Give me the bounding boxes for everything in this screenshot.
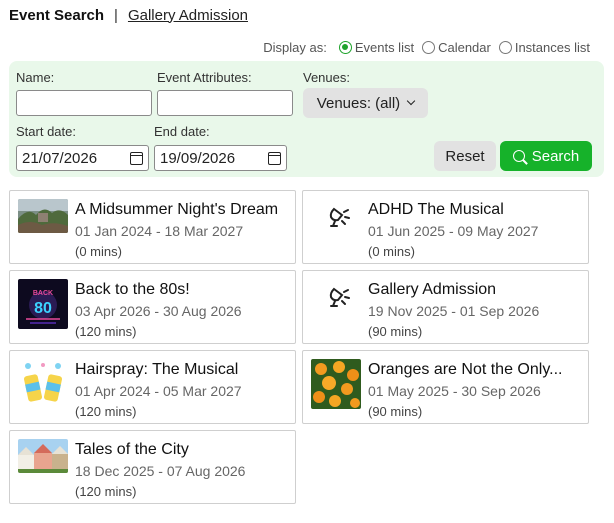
radio-unselected-icon[interactable] (498, 41, 512, 54)
svg-text:80: 80 (34, 300, 52, 317)
end-date-value: 19/09/2026 (160, 149, 236, 167)
event-duration: (90 mins) (368, 404, 423, 419)
event-title[interactable]: Hairspray: The Musical (75, 361, 290, 379)
event-duration: (0 mins) (75, 244, 122, 259)
hairspray-cans-thumbnail (18, 359, 68, 409)
end-date-label: End date: (154, 124, 210, 139)
event-title[interactable]: ADHD The Musical (368, 201, 583, 219)
search-button[interactable]: Search (500, 141, 592, 171)
tab-separator: | (114, 6, 118, 24)
radio-unselected-icon[interactable] (422, 41, 436, 54)
display-as-label: Display as: (263, 40, 327, 55)
name-label: Name: (16, 70, 55, 85)
calendar-icon[interactable] (268, 151, 281, 165)
event-card[interactable]: A Midsummer Night's Dream 01 Jan 2024 - … (9, 190, 296, 264)
chevron-down-icon (406, 96, 416, 106)
search-button-label: Search (531, 147, 580, 165)
event-card[interactable]: Gallery Admission 19 Nov 2025 - 01 Sep 2… (302, 270, 589, 344)
event-dates: 18 Dec 2025 - 07 Aug 2026 (75, 463, 246, 479)
event-card[interactable]: Tales of the City 18 Dec 2025 - 07 Aug 2… (9, 430, 296, 504)
forest-photo-thumbnail (18, 199, 68, 233)
radio-instances-list[interactable]: Instances list (498, 40, 590, 55)
event-duration: (120 mins) (75, 484, 137, 499)
event-dates: 01 May 2025 - 30 Sep 2026 (368, 383, 541, 399)
event-dates: 01 Jun 2025 - 09 May 2027 (368, 223, 539, 239)
radio-events-list-label: Events list (354, 40, 415, 55)
event-dates: 03 Apr 2026 - 30 Aug 2026 (75, 303, 242, 319)
filter-panel: Name: Event Attributes: Venues: Venues: … (9, 61, 604, 177)
spotlight-icon (311, 279, 361, 313)
event-card[interactable]: Oranges are Not the Only... 01 May 2025 … (302, 350, 589, 424)
event-dates: 19 Nov 2025 - 01 Sep 2026 (368, 303, 540, 319)
search-icon (512, 150, 525, 162)
event-duration: (90 mins) (368, 324, 423, 339)
radio-calendar-label: Calendar (438, 40, 491, 55)
event-title[interactable]: A Midsummer Night's Dream (75, 201, 290, 219)
event-duration: (0 mins) (368, 244, 415, 259)
event-dates: 01 Jan 2024 - 18 Mar 2027 (75, 223, 244, 239)
houses-photo-thumbnail (18, 439, 68, 473)
start-date-value: 21/07/2026 (22, 149, 98, 167)
event-card[interactable]: BACK 80 Back to the 80s! 03 Apr 2026 - 3… (9, 270, 296, 344)
radio-calendar[interactable]: Calendar (422, 40, 491, 55)
event-card[interactable]: ADHD The Musical 01 Jun 2025 - 09 May 20… (302, 190, 589, 264)
retro-80s-poster-thumbnail: BACK 80 (18, 279, 68, 329)
event-duration: (120 mins) (75, 404, 137, 419)
radio-events-list[interactable]: Events list (338, 40, 415, 55)
radio-selected-icon[interactable] (338, 41, 352, 54)
oranges-photo-thumbnail (311, 359, 361, 409)
radio-instances-list-label: Instances list (514, 40, 590, 55)
venues-dropdown[interactable]: Venues: (all) (303, 88, 428, 118)
calendar-icon[interactable] (130, 151, 143, 165)
event-title[interactable]: Oranges are Not the Only... (368, 361, 583, 379)
event-title[interactable]: Tales of the City (75, 441, 290, 459)
venues-label: Venues: (303, 70, 350, 85)
end-date-input[interactable]: 19/09/2026 (154, 145, 287, 171)
header-tabs: Event Search | Gallery Admission (9, 5, 248, 25)
venues-dropdown-value: Venues: (all) (316, 94, 401, 112)
event-duration: (120 mins) (75, 324, 137, 339)
svg-text:BACK: BACK (33, 290, 53, 297)
event-attributes-label: Event Attributes: (157, 70, 252, 85)
event-title[interactable]: Gallery Admission (368, 281, 583, 299)
spotlight-icon (311, 199, 361, 233)
event-dates: 01 Apr 2024 - 05 Mar 2027 (75, 383, 242, 399)
event-attributes-input[interactable] (157, 90, 293, 116)
reset-button[interactable]: Reset (434, 141, 496, 171)
name-input[interactable] (16, 90, 152, 116)
start-date-input[interactable]: 21/07/2026 (16, 145, 149, 171)
start-date-label: Start date: (16, 124, 76, 139)
tab-gallery-admission[interactable]: Gallery Admission (128, 7, 248, 24)
display-as-group: Display as: Events list Calendar Instanc… (263, 40, 590, 55)
event-title[interactable]: Back to the 80s! (75, 281, 290, 299)
event-card[interactable]: Hairspray: The Musical 01 Apr 2024 - 05 … (9, 350, 296, 424)
tab-event-search[interactable]: Event Search (9, 7, 104, 24)
